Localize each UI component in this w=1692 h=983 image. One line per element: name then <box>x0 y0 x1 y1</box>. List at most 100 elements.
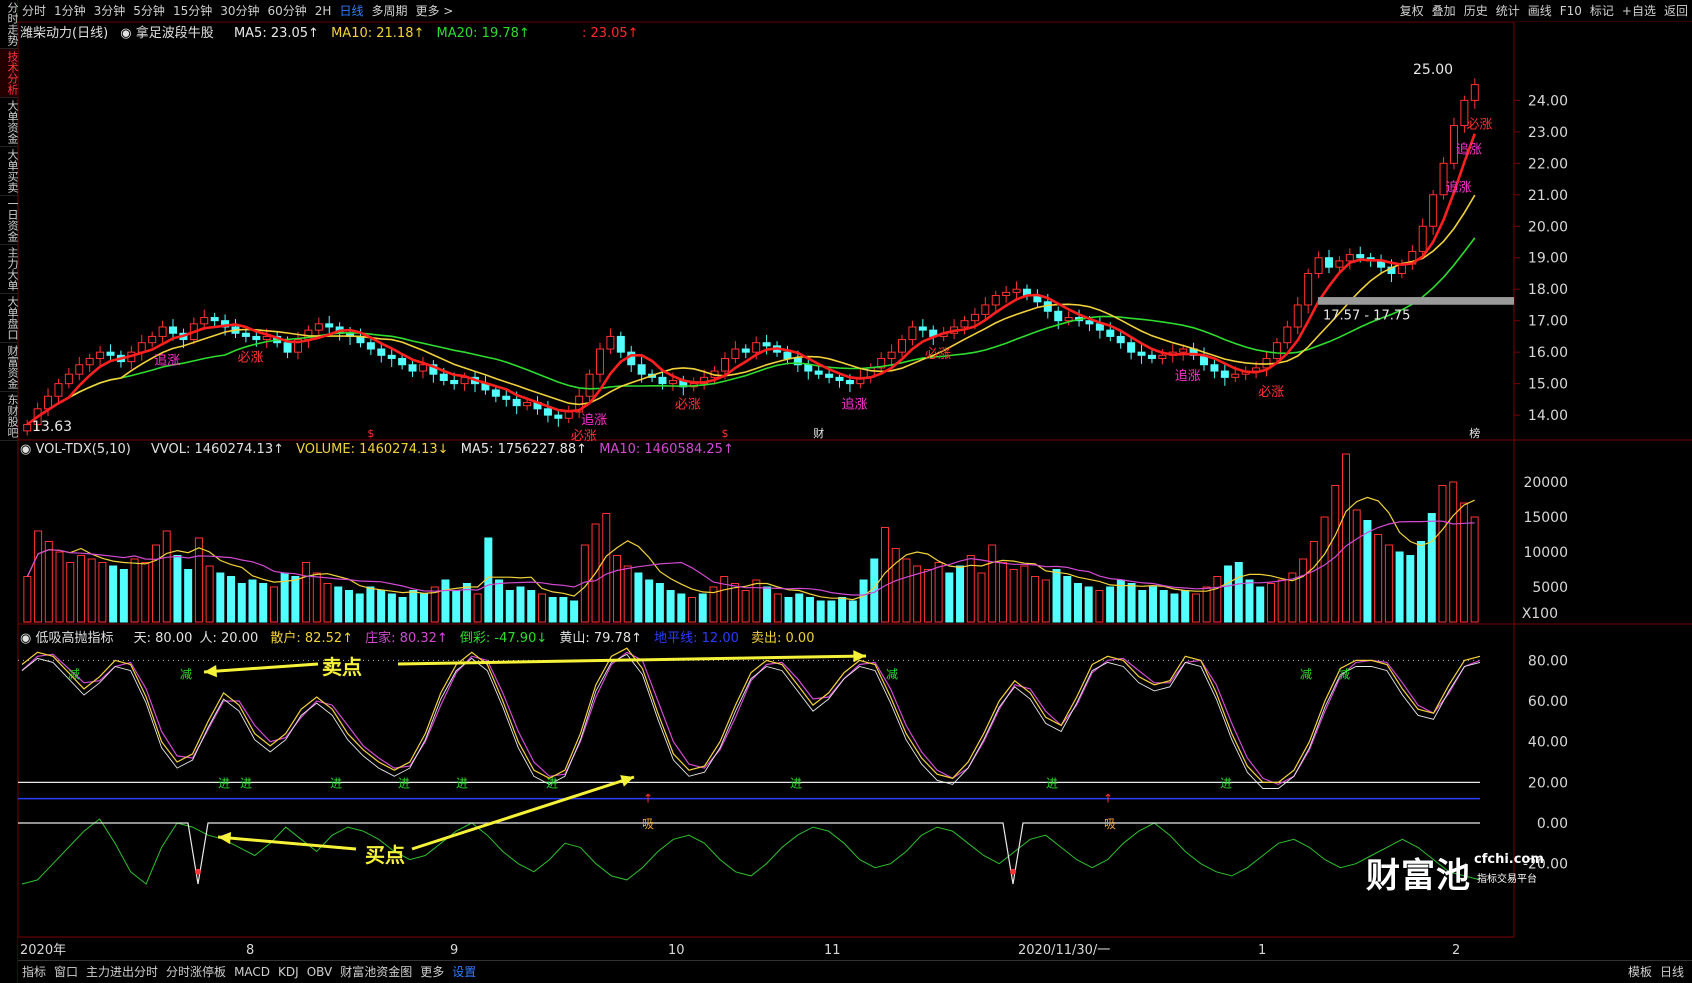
event-marker: 榜 <box>1469 426 1480 440</box>
price-tick: 19.00 <box>1528 251 1568 267</box>
period-tab[interactable]: 15分钟 <box>169 0 216 22</box>
period-tab[interactable]: 3分钟 <box>90 0 130 22</box>
volume-bar <box>1309 541 1318 623</box>
bottom-tab[interactable]: 窗口 <box>50 961 82 983</box>
bottom-tab[interactable]: 财富池资金图 <box>336 961 416 983</box>
volume-bar <box>623 565 632 623</box>
volume-bar <box>1374 534 1383 623</box>
volume-bar <box>784 597 793 623</box>
toolbar-action[interactable]: 返回 <box>1660 0 1692 22</box>
candle-body <box>762 342 771 347</box>
vol-name: ◉ VOL-TDX(5,10) <box>20 442 131 457</box>
candle-body <box>262 335 271 341</box>
volume-bar <box>1363 520 1372 623</box>
volume-bar <box>109 565 118 623</box>
period-tab[interactable]: 分时 <box>18 0 50 22</box>
sell-point-label: 卖点 <box>322 655 362 679</box>
toolbar-action[interactable]: 画线 <box>1524 0 1556 22</box>
volume-bar <box>194 537 203 623</box>
jian-label: 减 <box>68 667 80 681</box>
x-axis-label: 1 <box>1258 943 1266 958</box>
price-tick: 24.00 <box>1528 93 1568 109</box>
period-tab[interactable]: 1分钟 <box>50 0 90 22</box>
ren-value: 人: 20.00 <box>199 631 259 646</box>
volume-bar <box>1149 586 1158 623</box>
price-panel: 25.0013.6317.57 - 17.75追涨 必涨必涨追涨必涨 追涨必涨追涨必… <box>23 62 1514 444</box>
left-sidebar: 分时走势 技术分析 大单资金 大单买卖 一日资金 主力大单 大单盘口 财富资金 东财股吧 <box>0 0 19 983</box>
bottom-tab[interactable]: 设置 <box>448 961 480 983</box>
volume-bar <box>355 593 364 623</box>
period-tab[interactable]: 更多 > <box>411 0 457 22</box>
toolbar-action[interactable]: 标记 <box>1586 0 1618 22</box>
sidebar-item[interactable]: 技术分析 <box>0 49 19 98</box>
candle-body <box>106 351 115 356</box>
toolbar-action[interactable]: 复权 <box>1396 0 1428 22</box>
jin-label: 进 <box>1046 776 1058 790</box>
bottom-tab[interactable]: OBV <box>303 961 337 983</box>
toolbar-action[interactable]: 统计 <box>1492 0 1524 22</box>
bottom-tab[interactable]: 分时涨停板 <box>162 961 230 983</box>
sidebar-item[interactable]: 大单盘口 <box>0 294 19 343</box>
chart-area[interactable]: 25.0013.6317.57 - 17.75追涨 必涨必涨追涨必涨 追涨必涨追涨必… <box>18 22 1692 960</box>
bottom-tab[interactable]: MACD <box>230 961 274 983</box>
period-tab[interactable]: 60分钟 <box>264 0 311 22</box>
volume-bar <box>666 590 675 623</box>
volume-bar <box>216 572 225 623</box>
volume-bar <box>773 593 782 623</box>
candle-body <box>408 364 417 372</box>
candle-body <box>1429 194 1438 227</box>
candle-body <box>564 411 573 419</box>
candle-body <box>637 364 646 375</box>
volume-bar <box>227 576 236 623</box>
indicator-name: ◉ 拿足波段牛股 <box>120 26 214 41</box>
candle-body <box>377 348 386 356</box>
period-tab[interactable]: 多周期 <box>367 0 411 22</box>
candle-body <box>845 379 854 385</box>
volume-bar <box>76 555 85 623</box>
xi-label: 吸 <box>1104 817 1116 831</box>
volume-bar <box>184 569 193 623</box>
period-tab[interactable]: 5分钟 <box>129 0 169 22</box>
toolbar-action[interactable]: +自选 <box>1618 0 1660 22</box>
candle-body <box>1314 257 1323 274</box>
candle-body <box>804 364 813 372</box>
sidebar-item[interactable]: 大单资金 <box>0 98 19 147</box>
volume-tick: 20000 <box>1523 475 1568 491</box>
sidebar-item[interactable]: 主力大单 <box>0 245 19 294</box>
bottom-tab[interactable]: 更多 <box>416 961 448 983</box>
sidebar-item[interactable]: 分时走势 <box>0 0 19 49</box>
bottom-action[interactable]: 模板 <box>1624 961 1656 983</box>
sidebar-item[interactable]: 财富资金 <box>0 343 19 392</box>
toolbar-action[interactable]: F10 <box>1556 0 1586 22</box>
huangshan-value: 黄山: 79.78↑ <box>559 631 642 646</box>
candle-body <box>1064 317 1073 322</box>
volume-bar <box>698 593 707 623</box>
candle-body <box>491 389 500 397</box>
candle-body <box>720 357 729 372</box>
toolbar-action[interactable]: 叠加 <box>1428 0 1460 22</box>
period-tab[interactable]: 日线 <box>335 0 367 22</box>
period-tab[interactable]: 2H <box>311 0 336 22</box>
sidebar-item[interactable]: 一日资金 <box>0 196 19 245</box>
toolbar-action[interactable]: 历史 <box>1460 0 1492 22</box>
volume-bar <box>34 530 43 623</box>
bottom-tab[interactable]: 指标 <box>18 961 50 983</box>
bottom-tab[interactable]: 主力进出分时 <box>82 961 162 983</box>
ma5-line <box>26 133 1477 426</box>
volume-bar <box>441 579 450 623</box>
volume-tick: 10000 <box>1523 545 1568 561</box>
period-tab[interactable]: 30分钟 <box>216 0 263 22</box>
sidebar-item[interactable]: 东财股吧 <box>0 392 19 441</box>
signal-label: 必涨 <box>1258 385 1284 400</box>
sidebar-item[interactable]: 大单买卖 <box>0 147 19 196</box>
price-tick: 16.00 <box>1528 345 1568 361</box>
bottom-action[interactable]: 日线 <box>1656 961 1688 983</box>
price-tick: 20.00 <box>1528 219 1568 235</box>
signal-label: 必涨 <box>237 350 263 365</box>
candle-body <box>970 313 979 322</box>
bottom-tab[interactable]: KDJ <box>274 961 303 983</box>
candle-body <box>523 402 532 407</box>
volume-bar <box>323 583 332 623</box>
volume-bar <box>119 569 128 623</box>
event-marker: $ <box>367 427 374 440</box>
